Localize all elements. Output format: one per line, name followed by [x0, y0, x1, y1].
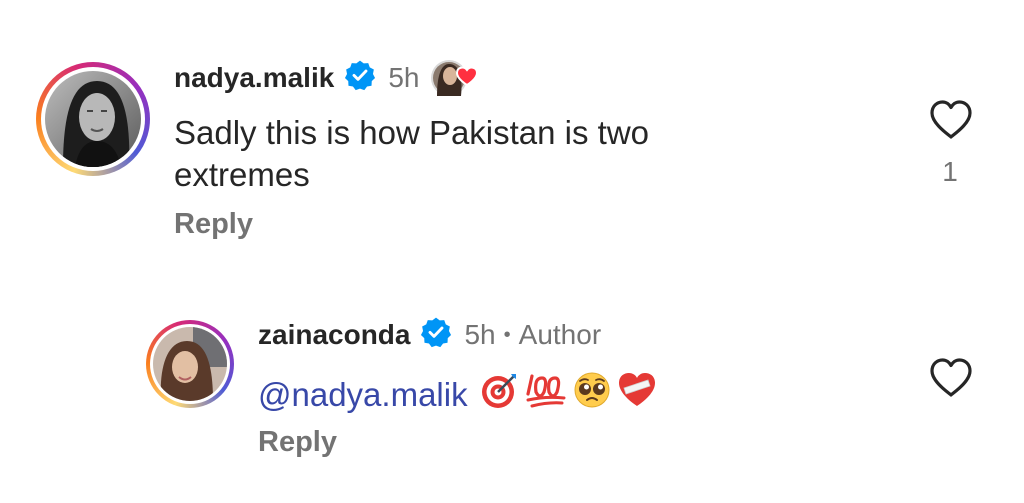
mending-heart-emoji	[616, 370, 658, 420]
comment-timestamp: 5h	[388, 62, 420, 93]
like-count: 1	[942, 156, 958, 187]
heart-icon[interactable]	[929, 358, 973, 403]
avatar[interactable]	[146, 320, 234, 408]
hundred-points-emoji	[524, 370, 568, 420]
creator-liked-icon	[431, 56, 487, 100]
heart-icon[interactable]	[929, 100, 973, 145]
author-label: Author	[518, 319, 602, 350]
direct-hit-emoji	[480, 370, 520, 420]
verified-badge-icon	[344, 59, 376, 98]
reply-username[interactable]: zainaconda	[258, 319, 410, 351]
pleading-face-emoji	[572, 370, 612, 420]
avatar[interactable]	[36, 62, 150, 176]
reply-timestamp: 5h	[464, 319, 496, 350]
verified-badge-icon	[420, 316, 452, 355]
reply-button[interactable]: Reply	[174, 208, 253, 241]
comment-username[interactable]: nadya.malik	[174, 62, 334, 94]
mention-link[interactable]: @nadya.malik	[258, 374, 468, 416]
meta-separator: •	[503, 323, 511, 346]
reply-text: @nadya.malik	[258, 370, 658, 420]
avatar-photo	[153, 327, 227, 401]
comment-text: Sadly this is how Pakistan is two extrem…	[174, 114, 650, 193]
reply-button[interactable]: Reply	[258, 426, 337, 459]
avatar-photo	[45, 71, 141, 167]
